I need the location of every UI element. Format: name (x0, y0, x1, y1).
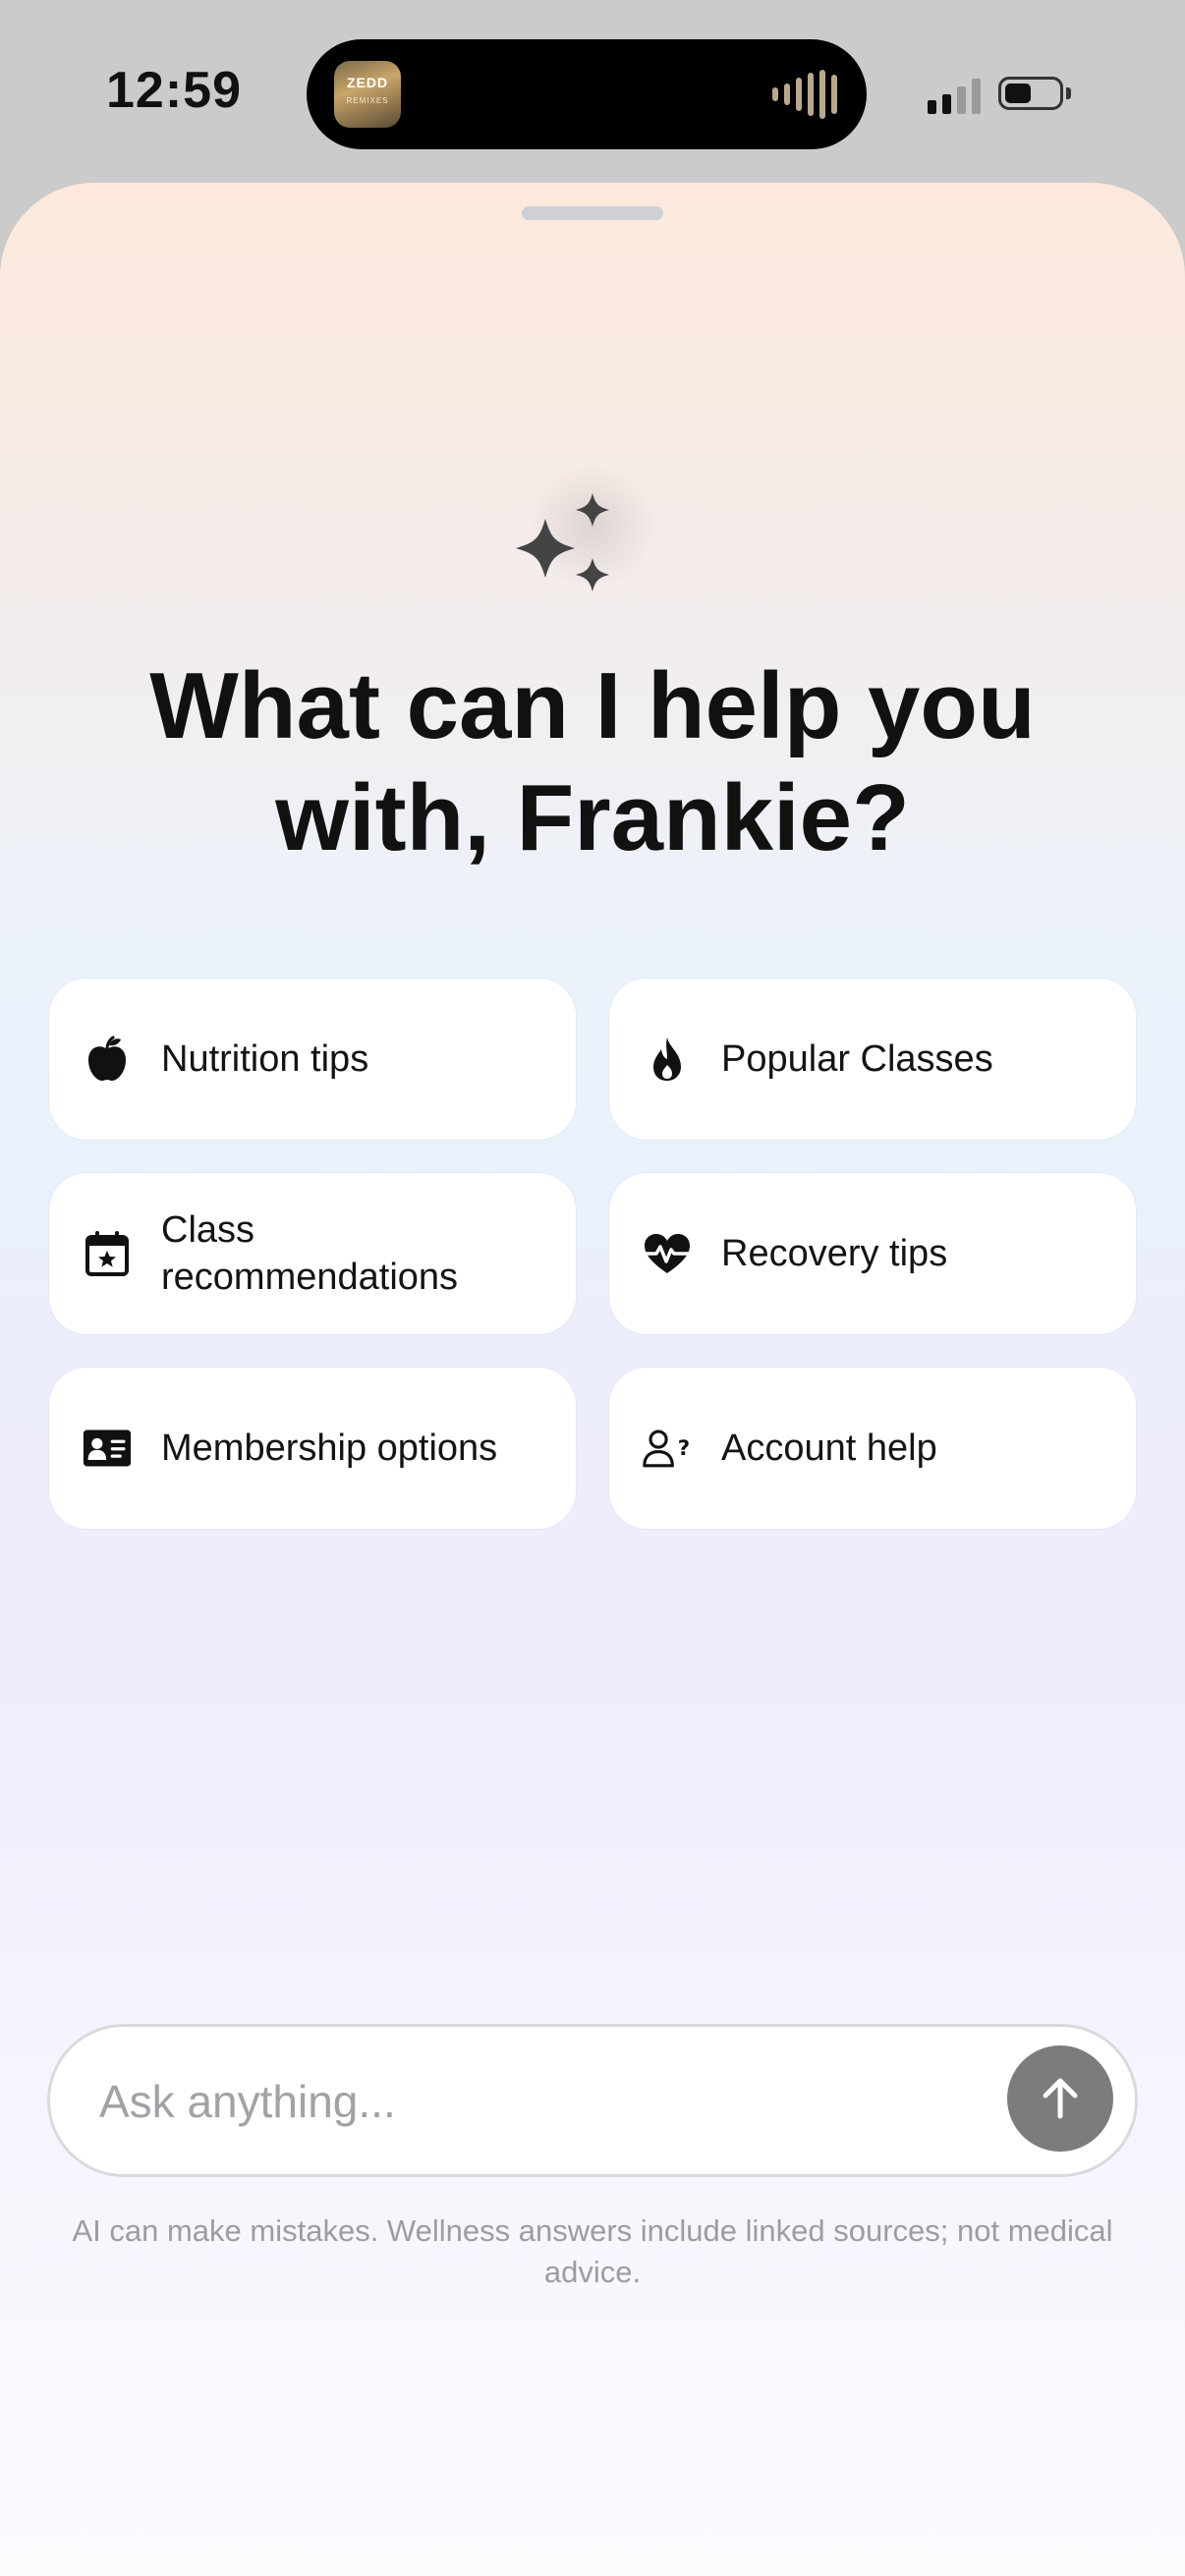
battery-icon (998, 77, 1063, 110)
id-card-icon (83, 1424, 132, 1473)
audio-waveform-icon (772, 69, 837, 120)
quick-action-label: Class recommendations (161, 1209, 459, 1298)
quick-action-label: Recovery tips (721, 1233, 948, 1274)
calendar-star-icon (83, 1229, 132, 1278)
send-button[interactable] (1007, 2045, 1113, 2152)
apple-icon (83, 1035, 132, 1084)
quick-action-label: Account help (721, 1428, 937, 1469)
flame-icon (643, 1035, 692, 1084)
quick-action-class-recommendations[interactable]: Class recommendations (49, 1173, 576, 1334)
quick-action-account-help[interactable]: ? Account help (609, 1368, 1136, 1529)
quick-action-label: Nutrition tips (161, 1038, 369, 1080)
quick-action-nutrition-tips[interactable]: Nutrition tips (49, 979, 576, 1140)
quick-action-popular-classes[interactable]: Popular Classes (609, 979, 1136, 1140)
quick-action-label: Membership options (161, 1428, 498, 1469)
quick-action-label: Popular Classes (721, 1038, 993, 1080)
assistant-greeting-headline: What can I help you with, Frankie? (149, 653, 1036, 870)
svg-text:?: ? (678, 1436, 690, 1461)
cellular-signal-icon (928, 77, 981, 114)
album-artwork[interactable]: ZEDD REMIXES (334, 61, 401, 128)
dynamic-island-now-playing[interactable]: ZEDD REMIXES (307, 39, 867, 149)
album-artwork-title: ZEDD (346, 75, 389, 90)
sheet-grabber-handle[interactable] (522, 206, 663, 220)
chat-composer (47, 2024, 1138, 2177)
arrow-up-icon (1043, 2078, 1078, 2119)
heart-pulse-icon (643, 1229, 692, 1278)
status-time: 12:59 (106, 62, 242, 119)
quick-action-recovery-tips[interactable]: Recovery tips (609, 1173, 1136, 1334)
ask-anything-input[interactable] (97, 2027, 966, 2176)
status-bar: 12:59 ZEDD REMIXES (0, 0, 1185, 187)
album-artwork-subtitle: REMIXES (346, 96, 389, 105)
ai-disclaimer: AI can make mistakes. Wellness answers i… (72, 2213, 1113, 2289)
sparkles-icon (494, 428, 691, 625)
user-question-icon: ? (643, 1424, 692, 1473)
battery-cap (1066, 87, 1071, 99)
quick-action-membership-options[interactable]: Membership options (49, 1368, 576, 1529)
